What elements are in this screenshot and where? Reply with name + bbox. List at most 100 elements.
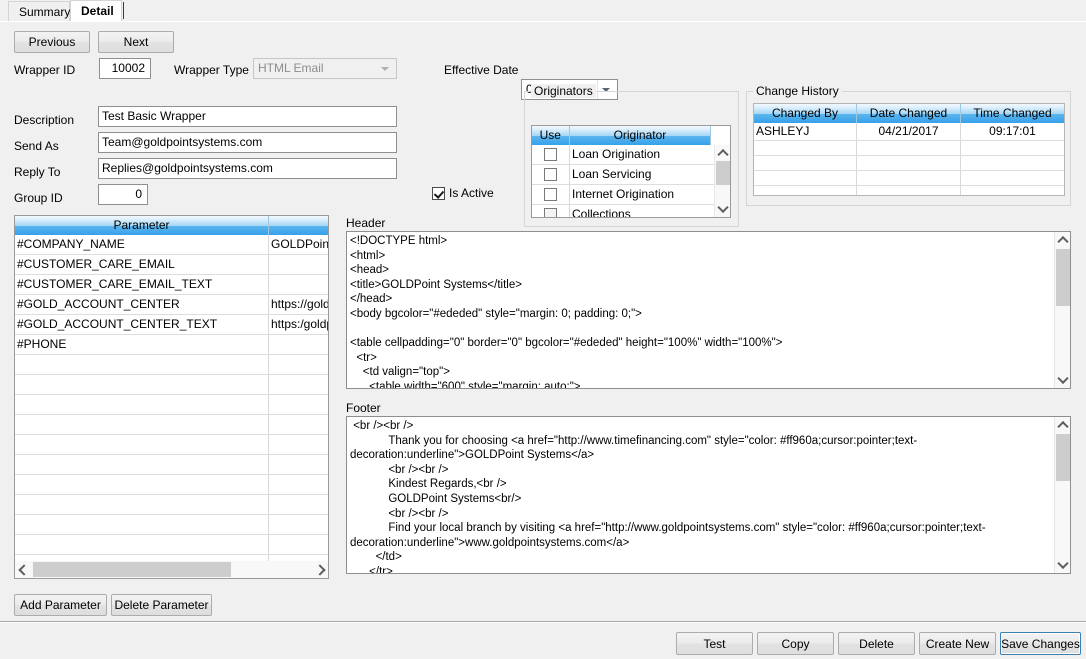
cell-value: GOLDPoint: [271, 237, 328, 251]
table-row[interactable]: #GOLD_ACCOUNT_CENTER_TEXT https:/goldp: [15, 315, 328, 335]
table-row[interactable]: [754, 141, 1064, 156]
originators-group: Originators Use Originator Loan Originat…: [524, 84, 739, 227]
originators-grid[interactable]: Use Originator Loan Origination Loan Ser…: [531, 125, 731, 218]
table-row[interactable]: [15, 435, 328, 455]
description-field[interactable]: Test Basic Wrapper: [98, 106, 397, 127]
tab-detail-label: Detail: [81, 4, 114, 18]
originators-col-blank: [711, 126, 730, 145]
scroll-up-icon[interactable]: [1055, 417, 1070, 433]
table-row[interactable]: Loan Origination: [532, 145, 730, 165]
table-row[interactable]: [15, 395, 328, 415]
cell-value: [269, 335, 328, 354]
footer-editor[interactable]: <br /><br /> Thank you for choosing <a h…: [346, 416, 1071, 574]
col-date-changed[interactable]: Date Changed: [857, 104, 961, 123]
footer-vertical-scrollbar[interactable]: [1054, 417, 1070, 573]
send-as-field[interactable]: Team@goldpointsystems.com: [98, 132, 397, 153]
table-row[interactable]: ASHLEYJ 04/21/2017 09:17:01: [754, 123, 1064, 141]
parameter-horizontal-scrollbar[interactable]: [15, 561, 328, 578]
header-editor-content[interactable]: <!DOCTYPE html> <html> <head> <title>GOL…: [347, 232, 1053, 388]
cell-parameter: #COMPANY_NAME: [15, 235, 269, 254]
footer-editor-content[interactable]: <br /><br /> Thank you for choosing <a h…: [347, 417, 1053, 573]
change-history-title: Change History: [753, 84, 842, 98]
cell-date-changed: 04/21/2017: [857, 123, 961, 140]
table-row[interactable]: [15, 455, 328, 475]
table-row[interactable]: [15, 475, 328, 495]
table-row[interactable]: #COMPANY_NAME GOLDPoint: [15, 235, 328, 255]
cell-time-changed: 09:17:01: [989, 124, 1036, 138]
scroll-down-icon[interactable]: [1055, 557, 1070, 573]
table-row[interactable]: [754, 171, 1064, 186]
next-button[interactable]: Next: [98, 31, 174, 53]
originator-use-checkbox[interactable]: [544, 208, 557, 217]
group-id-field[interactable]: 0: [98, 184, 148, 205]
create-new-button[interactable]: Create New: [919, 632, 996, 655]
originators-col-originator[interactable]: Originator: [569, 126, 712, 145]
scroll-down-icon[interactable]: [1055, 372, 1070, 388]
table-row[interactable]: #CUSTOMER_CARE_EMAIL: [15, 255, 328, 275]
description-label: Description: [14, 113, 75, 127]
originator-use-checkbox[interactable]: [544, 168, 557, 182]
save-changes-button[interactable]: Save Changes: [1000, 632, 1081, 655]
table-row[interactable]: #CUSTOMER_CARE_EMAIL_TEXT: [15, 275, 328, 295]
table-row[interactable]: [754, 186, 1064, 195]
table-row[interactable]: Loan Servicing: [532, 165, 730, 185]
header-vertical-scrollbar[interactable]: [1054, 232, 1070, 388]
test-button[interactable]: Test: [676, 632, 753, 655]
table-row[interactable]: [15, 415, 328, 435]
scroll-down-icon[interactable]: [715, 201, 730, 217]
is-active-checkbox[interactable]: Is Active: [432, 186, 494, 201]
table-row[interactable]: [15, 355, 328, 375]
tab-summary-label: Summary: [19, 5, 71, 19]
reply-to-field[interactable]: Replies@goldpointsystems.com: [98, 158, 397, 179]
originators-col-use[interactable]: Use: [532, 126, 570, 145]
scroll-right-icon[interactable]: [311, 561, 328, 578]
delete-parameter-button[interactable]: Delete Parameter: [111, 594, 212, 616]
detail-panel: Previous Next Wrapper ID 10002 Wrapper T…: [0, 22, 1086, 637]
copy-button[interactable]: Copy: [757, 632, 834, 655]
scroll-left-icon[interactable]: [15, 561, 32, 578]
change-history-group: Change History Changed By Date Changed T…: [746, 84, 1071, 206]
originator-name: Loan Servicing: [572, 167, 652, 181]
col-time-changed[interactable]: Time Changed: [961, 104, 1064, 123]
scrollbar-thumb[interactable]: [1056, 249, 1070, 306]
cell-value: https://gold: [271, 297, 328, 311]
effective-date-label: Effective Date: [444, 63, 519, 77]
table-row[interactable]: #GOLD_ACCOUNT_CENTER https://gold: [15, 295, 328, 315]
wrapper-type-select[interactable]: HTML Email: [253, 58, 397, 79]
checkmark-icon: [432, 187, 445, 200]
parameter-grid[interactable]: Parameter #COMPANY_NAME GOLDPoint #CUSTO…: [14, 215, 329, 579]
table-row[interactable]: [754, 156, 1064, 171]
tab-detail[interactable]: Detail: [70, 0, 122, 22]
parameter-body: #COMPANY_NAME GOLDPoint #CUSTOMER_CARE_E…: [15, 235, 328, 575]
reply-to-label: Reply To: [14, 165, 61, 179]
cell-value: https:/goldp: [271, 317, 328, 331]
scrollbar-thumb[interactable]: [1056, 434, 1070, 481]
col-parameter-value[interactable]: [269, 216, 328, 235]
table-row[interactable]: [15, 535, 328, 555]
scroll-up-icon[interactable]: [715, 145, 730, 161]
originator-use-checkbox[interactable]: [544, 188, 557, 202]
col-parameter[interactable]: Parameter: [15, 216, 269, 235]
table-row[interactable]: Collections: [532, 205, 730, 218]
change-history-grid[interactable]: Changed By Date Changed Time Changed ASH…: [753, 103, 1065, 196]
table-row[interactable]: [15, 375, 328, 395]
table-row[interactable]: Internet Origination: [532, 185, 730, 205]
scrollbar-thumb[interactable]: [33, 562, 231, 577]
scrollbar-thumb[interactable]: [716, 161, 730, 185]
col-changed-by[interactable]: Changed By: [754, 104, 857, 123]
delete-button[interactable]: Delete: [838, 632, 915, 655]
originators-vertical-scrollbar[interactable]: [714, 145, 730, 217]
previous-button[interactable]: Previous: [14, 31, 90, 53]
table-row[interactable]: [15, 495, 328, 515]
scroll-up-icon[interactable]: [1055, 232, 1070, 248]
tab-summary[interactable]: Summary: [8, 1, 70, 21]
table-row[interactable]: #PHONE: [15, 335, 328, 355]
table-row[interactable]: [15, 515, 328, 535]
header-editor[interactable]: <!DOCTYPE html> <html> <head> <title>GOL…: [346, 231, 1071, 389]
originator-name: Loan Origination: [572, 147, 661, 161]
cell-value: [269, 255, 328, 274]
originator-name: Collections: [572, 207, 631, 218]
wrapper-id-field[interactable]: 10002: [99, 58, 151, 79]
originator-use-checkbox[interactable]: [544, 148, 557, 162]
add-parameter-button[interactable]: Add Parameter: [14, 594, 107, 616]
